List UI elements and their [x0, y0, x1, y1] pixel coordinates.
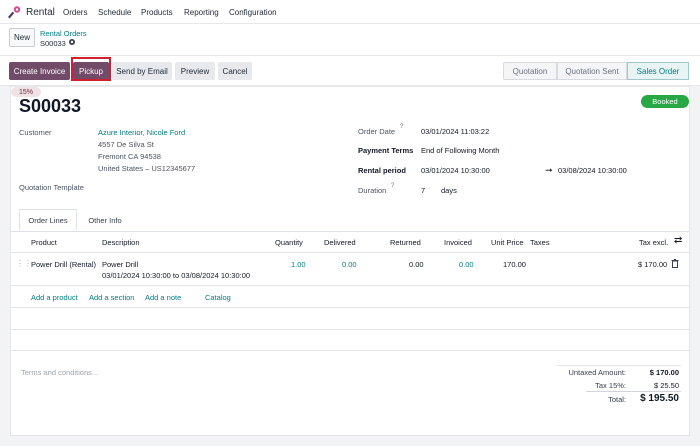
row-returned[interactable]: 0.00: [409, 260, 424, 269]
drag-handle-icon[interactable]: ⋮⋮: [16, 259, 32, 268]
customer-label: Customer: [19, 128, 52, 137]
trash-icon[interactable]: [671, 259, 679, 268]
col-product[interactable]: Product: [31, 238, 57, 247]
order-number: S00033: [19, 96, 82, 116]
row-divider: [11, 329, 689, 330]
rental-app-icon[interactable]: [8, 5, 22, 19]
status-quotation[interactable]: Quotation: [503, 62, 557, 80]
row-tax-excl: $ 170.00: [638, 260, 668, 269]
table-row[interactable]: ⋮⋮ Power Drill (Rental) Power Drill 03/0…: [11, 253, 689, 285]
help-icon: ?: [391, 183, 395, 189]
top-navbar: Rental Orders Schedule Products Reportin…: [0, 0, 700, 24]
order-date-value[interactable]: 03/01/2024 11:03:22: [421, 127, 489, 136]
action-bar: Create Invoice Pickup Send by Email Prev…: [0, 56, 700, 86]
col-description[interactable]: Description: [102, 238, 140, 247]
add-note-link[interactable]: Add a note: [145, 293, 181, 302]
total-label: Total:: [608, 395, 626, 404]
terms-input[interactable]: Terms and conditions...: [21, 368, 98, 377]
quotation-template-label: Quotation Template: [19, 183, 84, 192]
totals-divider: [556, 365, 681, 366]
rental-period-label: Rental period: [358, 166, 406, 175]
row-product[interactable]: Power Drill (Rental): [31, 260, 96, 269]
add-section-link[interactable]: Add a section: [89, 293, 134, 302]
col-taxes[interactable]: Taxes: [530, 238, 550, 247]
col-delivered[interactable]: Delivered: [324, 238, 356, 247]
payment-terms-label: Payment Terms: [358, 146, 414, 155]
status-sales-order[interactable]: Sales Order: [627, 62, 689, 80]
row-divider: [11, 285, 689, 286]
col-returned[interactable]: Returned: [390, 238, 421, 247]
tab-divider: [11, 231, 689, 232]
cancel-button[interactable]: Cancel: [218, 62, 252, 80]
row-delivered[interactable]: 0.00: [342, 260, 357, 269]
preview-button[interactable]: Preview: [175, 62, 215, 80]
new-button[interactable]: New: [9, 28, 35, 47]
menu-products[interactable]: Products: [141, 8, 173, 17]
col-unit-price[interactable]: Unit Price: [491, 238, 524, 247]
untaxed-amount-value: $ 170.00: [649, 368, 679, 377]
arrow-right-icon: ➞: [545, 165, 553, 175]
address-line-2: Fremont CA 94538: [98, 152, 161, 161]
breadcrumb-parent[interactable]: Rental Orders: [40, 29, 87, 38]
create-invoice-button[interactable]: Create Invoice: [9, 62, 70, 80]
row-divider: [11, 307, 689, 308]
row-invoiced[interactable]: 0.00: [459, 260, 474, 269]
row-description-dates: 03/01/2024 10:30:00 to 03/08/2024 10:30:…: [102, 271, 251, 280]
order-date-label: Order Date: [358, 127, 396, 136]
form-sheet: S00033 Booked Customer Azure Interior, N…: [10, 86, 690, 436]
rental-end-value[interactable]: 03/08/2024 10:30:00: [558, 166, 627, 175]
row-divider: [11, 350, 689, 351]
address-line-1: 4557 De Silva St: [98, 140, 154, 149]
tax-value: $ 25.50: [653, 381, 679, 390]
row-description[interactable]: Power Drill: [102, 260, 138, 269]
duration-value[interactable]: 7: [421, 186, 425, 195]
duration-label: Duration: [358, 186, 387, 195]
add-product-link[interactable]: Add a product: [31, 293, 78, 302]
help-icon: ?: [400, 124, 404, 130]
totals-divider: [586, 391, 681, 392]
col-invoiced[interactable]: Invoiced: [444, 238, 472, 247]
tab-order-lines[interactable]: Order Lines: [19, 209, 77, 231]
untaxed-amount-label: Untaxed Amount:: [568, 368, 626, 377]
menu-configuration[interactable]: Configuration: [229, 8, 277, 17]
col-tax-excl[interactable]: Tax excl.: [639, 238, 668, 247]
breadcrumb-bar: New Rental Orders S00033: [0, 24, 700, 56]
menu-reporting[interactable]: Reporting: [184, 8, 219, 17]
catalog-link[interactable]: Catalog: [205, 293, 231, 302]
status-badge: Booked: [641, 95, 689, 108]
status-quotation-sent[interactable]: Quotation Sent: [557, 62, 627, 80]
app-name[interactable]: Rental: [26, 7, 55, 18]
total-value: $ 195.50: [640, 393, 679, 404]
tab-other-info[interactable]: Other Info: [77, 209, 133, 231]
menu-schedule[interactable]: Schedule: [98, 8, 131, 17]
tax-label: Tax 15%:: [595, 381, 626, 390]
duration-unit: days: [441, 186, 457, 195]
rental-start-value[interactable]: 03/01/2024 10:30:00: [421, 166, 490, 175]
col-quantity[interactable]: Quantity: [275, 238, 303, 247]
address-line-3: United States – US12345677: [98, 164, 196, 173]
send-by-email-button[interactable]: Send by Email: [112, 62, 172, 80]
menu-orders[interactable]: Orders: [63, 8, 87, 17]
customer-name[interactable]: Azure Interior, Nicole Ford: [98, 128, 185, 137]
payment-terms-value[interactable]: End of Following Month: [421, 146, 499, 155]
row-unit-price[interactable]: 170.00: [503, 260, 526, 269]
gear-icon[interactable]: [68, 38, 76, 46]
breadcrumb-current: S00033: [40, 39, 66, 48]
column-settings-icon[interactable]: ⇄: [674, 235, 682, 246]
pickup-highlight-box: [71, 57, 111, 81]
row-quantity[interactable]: 1.00: [291, 260, 306, 269]
